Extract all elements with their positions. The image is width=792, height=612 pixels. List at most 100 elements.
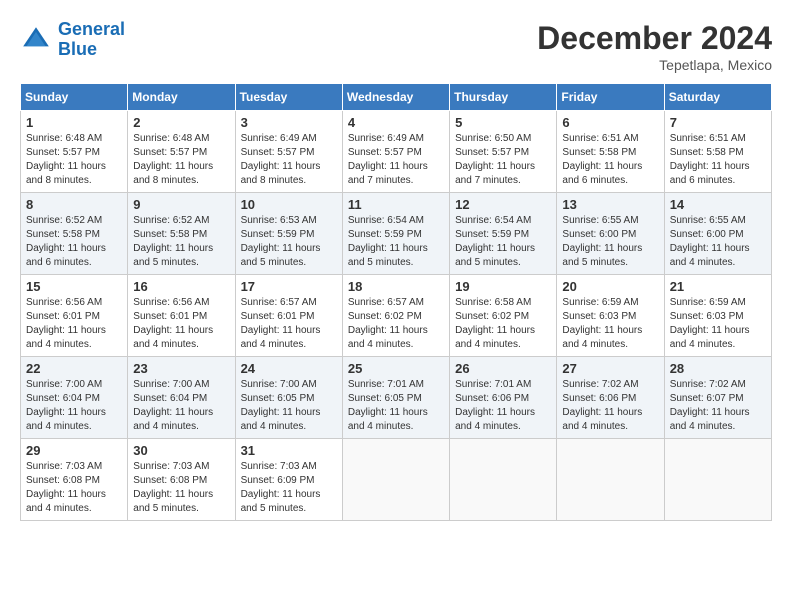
day-info: Sunrise: 6:51 AMSunset: 5:58 PMDaylight:…: [670, 132, 766, 188]
calendar-cell: 26 Sunrise: 7:01 AMSunset: 6:06 PMDaylig…: [450, 357, 557, 439]
calendar-cell: 23 Sunrise: 7:00 AMSunset: 6:04 PMDaylig…: [128, 357, 235, 439]
title-block: December 2024 Tepetlapa, Mexico: [537, 20, 772, 73]
day-number: 5: [455, 115, 551, 130]
day-number: 23: [133, 361, 229, 376]
logo-text: General Blue: [58, 20, 125, 60]
header-sunday: Sunday: [21, 84, 128, 111]
calendar-cell: 30 Sunrise: 7:03 AMSunset: 6:08 PMDaylig…: [128, 439, 235, 521]
calendar-week-4: 22 Sunrise: 7:00 AMSunset: 6:04 PMDaylig…: [21, 357, 772, 439]
calendar-cell: 6 Sunrise: 6:51 AMSunset: 5:58 PMDayligh…: [557, 111, 664, 193]
day-info: Sunrise: 7:03 AMSunset: 6:08 PMDaylight:…: [26, 460, 122, 516]
day-info: Sunrise: 6:54 AMSunset: 5:59 PMDaylight:…: [348, 214, 444, 270]
day-info: Sunrise: 6:52 AMSunset: 5:58 PMDaylight:…: [133, 214, 229, 270]
day-number: 10: [241, 197, 337, 212]
calendar-cell: 10 Sunrise: 6:53 AMSunset: 5:59 PMDaylig…: [235, 193, 342, 275]
day-number: 30: [133, 443, 229, 458]
day-info: Sunrise: 7:00 AMSunset: 6:04 PMDaylight:…: [133, 378, 229, 434]
calendar-header-row: Sunday Monday Tuesday Wednesday Thursday…: [21, 84, 772, 111]
day-info: Sunrise: 6:58 AMSunset: 6:02 PMDaylight:…: [455, 296, 551, 352]
day-info: Sunrise: 6:59 AMSunset: 6:03 PMDaylight:…: [670, 296, 766, 352]
day-number: 6: [562, 115, 658, 130]
day-number: 7: [670, 115, 766, 130]
day-number: 2: [133, 115, 229, 130]
day-number: 29: [26, 443, 122, 458]
day-number: 26: [455, 361, 551, 376]
day-info: Sunrise: 6:50 AMSunset: 5:57 PMDaylight:…: [455, 132, 551, 188]
day-info: Sunrise: 6:57 AMSunset: 6:01 PMDaylight:…: [241, 296, 337, 352]
day-number: 28: [670, 361, 766, 376]
calendar-cell: [557, 439, 664, 521]
calendar-cell: 18 Sunrise: 6:57 AMSunset: 6:02 PMDaylig…: [342, 275, 449, 357]
calendar-week-1: 1 Sunrise: 6:48 AMSunset: 5:57 PMDayligh…: [21, 111, 772, 193]
day-number: 3: [241, 115, 337, 130]
calendar-week-5: 29 Sunrise: 7:03 AMSunset: 6:08 PMDaylig…: [21, 439, 772, 521]
day-info: Sunrise: 7:03 AMSunset: 6:08 PMDaylight:…: [133, 460, 229, 516]
page-header: General Blue December 2024 Tepetlapa, Me…: [20, 20, 772, 73]
day-number: 9: [133, 197, 229, 212]
logo-line1: General: [58, 19, 125, 39]
day-info: Sunrise: 6:56 AMSunset: 6:01 PMDaylight:…: [26, 296, 122, 352]
header-thursday: Thursday: [450, 84, 557, 111]
day-number: 20: [562, 279, 658, 294]
day-number: 22: [26, 361, 122, 376]
calendar-cell: 15 Sunrise: 6:56 AMSunset: 6:01 PMDaylig…: [21, 275, 128, 357]
calendar-cell: 2 Sunrise: 6:48 AMSunset: 5:57 PMDayligh…: [128, 111, 235, 193]
calendar-cell: 17 Sunrise: 6:57 AMSunset: 6:01 PMDaylig…: [235, 275, 342, 357]
day-info: Sunrise: 7:02 AMSunset: 6:06 PMDaylight:…: [562, 378, 658, 434]
day-info: Sunrise: 6:48 AMSunset: 5:57 PMDaylight:…: [133, 132, 229, 188]
day-info: Sunrise: 6:57 AMSunset: 6:02 PMDaylight:…: [348, 296, 444, 352]
calendar-cell: 11 Sunrise: 6:54 AMSunset: 5:59 PMDaylig…: [342, 193, 449, 275]
day-info: Sunrise: 6:49 AMSunset: 5:57 PMDaylight:…: [348, 132, 444, 188]
calendar-cell: 20 Sunrise: 6:59 AMSunset: 6:03 PMDaylig…: [557, 275, 664, 357]
header-wednesday: Wednesday: [342, 84, 449, 111]
day-number: 21: [670, 279, 766, 294]
header-friday: Friday: [557, 84, 664, 111]
calendar-cell: 9 Sunrise: 6:52 AMSunset: 5:58 PMDayligh…: [128, 193, 235, 275]
calendar-cell: 8 Sunrise: 6:52 AMSunset: 5:58 PMDayligh…: [21, 193, 128, 275]
calendar-cell: 1 Sunrise: 6:48 AMSunset: 5:57 PMDayligh…: [21, 111, 128, 193]
calendar-cell: 16 Sunrise: 6:56 AMSunset: 6:01 PMDaylig…: [128, 275, 235, 357]
calendar-cell: 4 Sunrise: 6:49 AMSunset: 5:57 PMDayligh…: [342, 111, 449, 193]
month-title: December 2024: [537, 20, 772, 57]
day-info: Sunrise: 6:48 AMSunset: 5:57 PMDaylight:…: [26, 132, 122, 188]
day-number: 1: [26, 115, 122, 130]
calendar-cell: 29 Sunrise: 7:03 AMSunset: 6:08 PMDaylig…: [21, 439, 128, 521]
calendar-cell: [342, 439, 449, 521]
day-number: 27: [562, 361, 658, 376]
day-number: 17: [241, 279, 337, 294]
calendar-cell: 28 Sunrise: 7:02 AMSunset: 6:07 PMDaylig…: [664, 357, 771, 439]
day-info: Sunrise: 6:55 AMSunset: 6:00 PMDaylight:…: [562, 214, 658, 270]
calendar-cell: 3 Sunrise: 6:49 AMSunset: 5:57 PMDayligh…: [235, 111, 342, 193]
logo: General Blue: [20, 20, 125, 60]
day-number: 4: [348, 115, 444, 130]
calendar-cell: 24 Sunrise: 7:00 AMSunset: 6:05 PMDaylig…: [235, 357, 342, 439]
day-number: 13: [562, 197, 658, 212]
day-number: 15: [26, 279, 122, 294]
day-info: Sunrise: 6:54 AMSunset: 5:59 PMDaylight:…: [455, 214, 551, 270]
calendar-week-2: 8 Sunrise: 6:52 AMSunset: 5:58 PMDayligh…: [21, 193, 772, 275]
day-info: Sunrise: 6:49 AMSunset: 5:57 PMDaylight:…: [241, 132, 337, 188]
day-info: Sunrise: 7:03 AMSunset: 6:09 PMDaylight:…: [241, 460, 337, 516]
logo-icon: [20, 24, 52, 56]
day-number: 25: [348, 361, 444, 376]
header-saturday: Saturday: [664, 84, 771, 111]
day-number: 8: [26, 197, 122, 212]
calendar-cell: 21 Sunrise: 6:59 AMSunset: 6:03 PMDaylig…: [664, 275, 771, 357]
day-info: Sunrise: 6:56 AMSunset: 6:01 PMDaylight:…: [133, 296, 229, 352]
calendar-cell: 19 Sunrise: 6:58 AMSunset: 6:02 PMDaylig…: [450, 275, 557, 357]
day-number: 14: [670, 197, 766, 212]
day-number: 11: [348, 197, 444, 212]
calendar-cell: 22 Sunrise: 7:00 AMSunset: 6:04 PMDaylig…: [21, 357, 128, 439]
calendar-cell: 31 Sunrise: 7:03 AMSunset: 6:09 PMDaylig…: [235, 439, 342, 521]
calendar-cell: 13 Sunrise: 6:55 AMSunset: 6:00 PMDaylig…: [557, 193, 664, 275]
calendar-cell: 12 Sunrise: 6:54 AMSunset: 5:59 PMDaylig…: [450, 193, 557, 275]
day-info: Sunrise: 7:00 AMSunset: 6:05 PMDaylight:…: [241, 378, 337, 434]
day-info: Sunrise: 6:55 AMSunset: 6:00 PMDaylight:…: [670, 214, 766, 270]
header-tuesday: Tuesday: [235, 84, 342, 111]
calendar-cell: 14 Sunrise: 6:55 AMSunset: 6:00 PMDaylig…: [664, 193, 771, 275]
day-number: 19: [455, 279, 551, 294]
day-number: 18: [348, 279, 444, 294]
day-number: 16: [133, 279, 229, 294]
calendar-cell: 25 Sunrise: 7:01 AMSunset: 6:05 PMDaylig…: [342, 357, 449, 439]
day-info: Sunrise: 6:53 AMSunset: 5:59 PMDaylight:…: [241, 214, 337, 270]
